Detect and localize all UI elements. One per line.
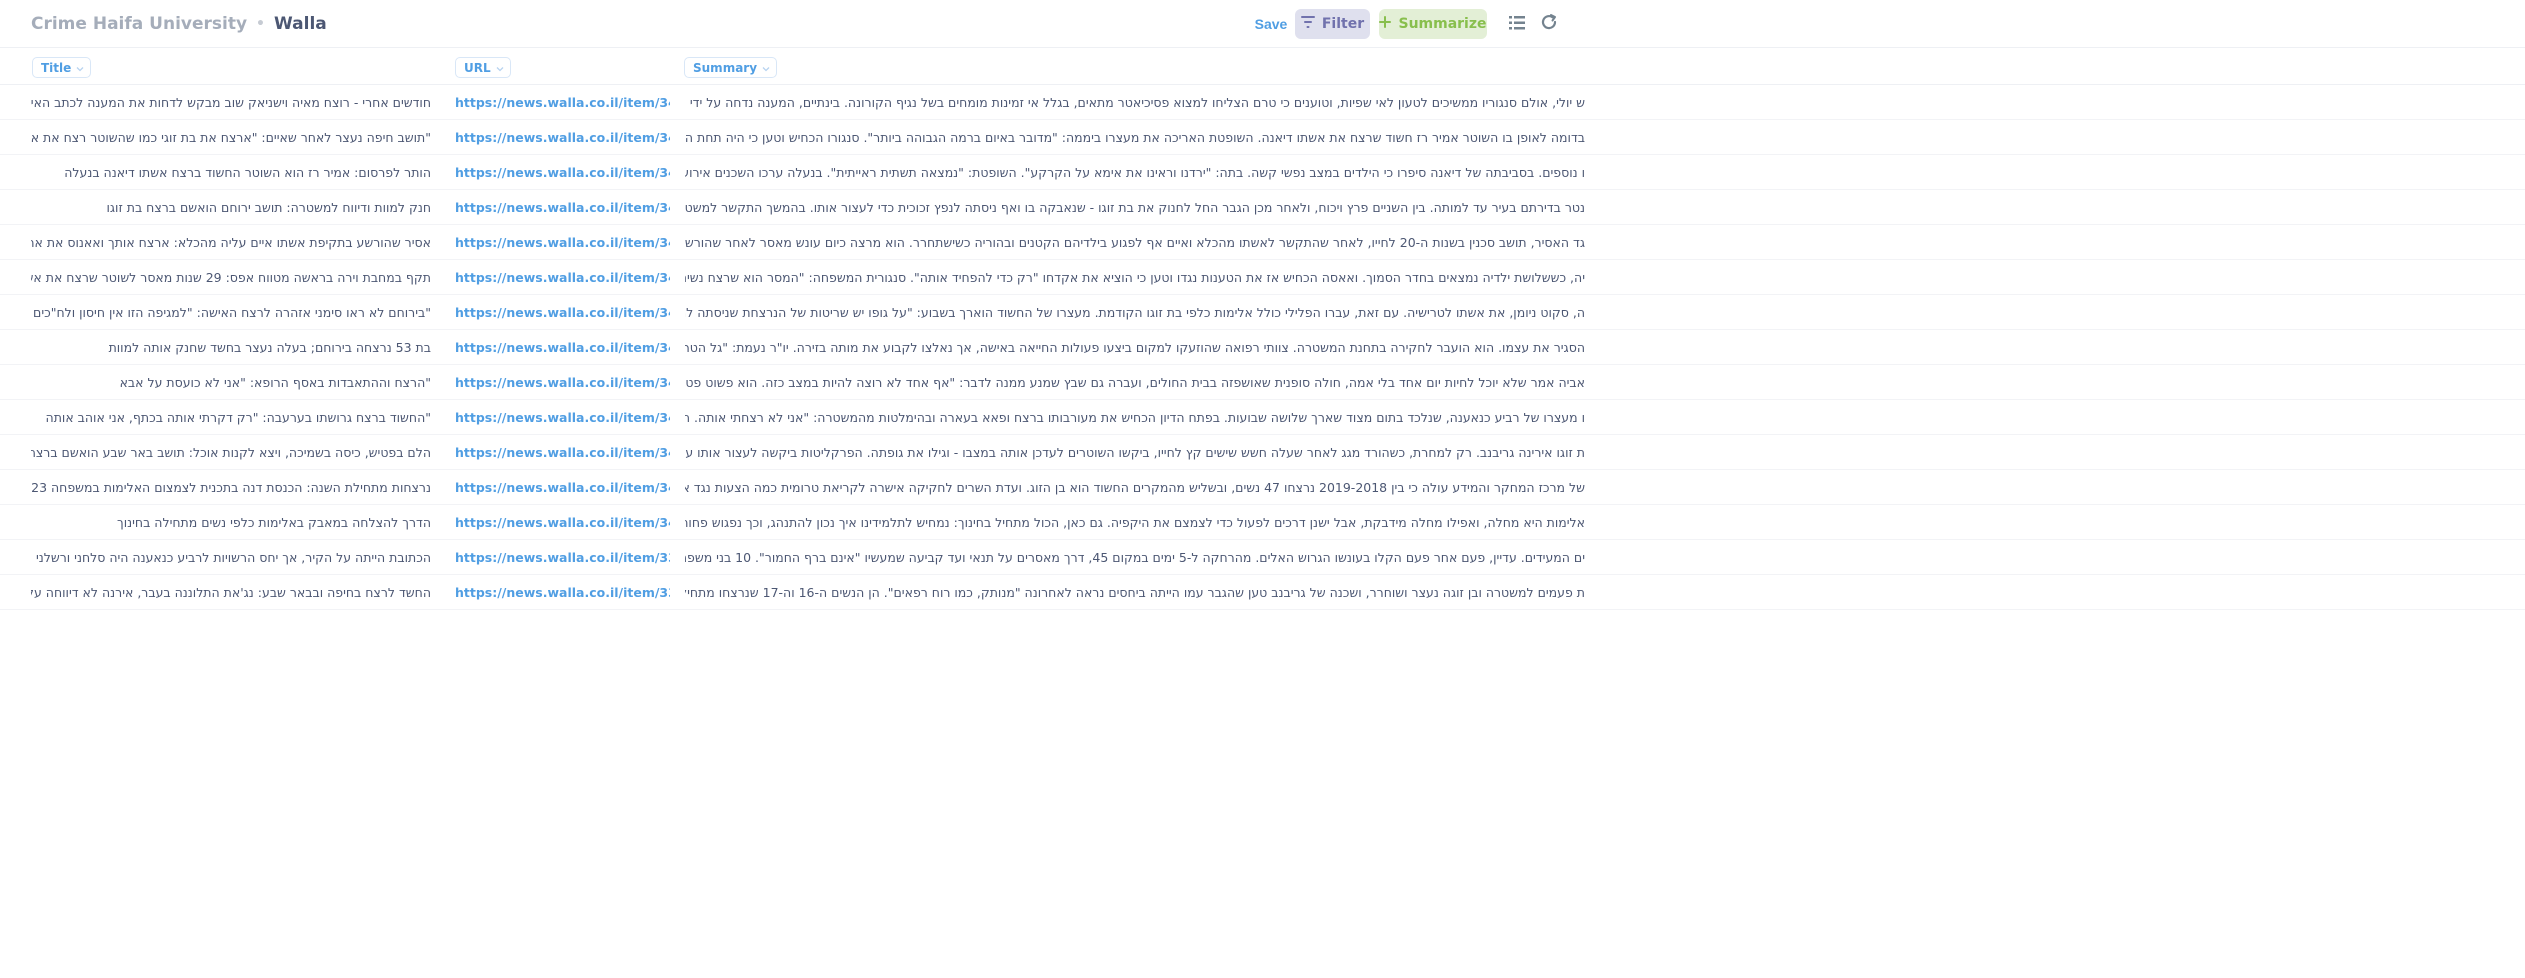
column-header-title[interactable]: Title — [32, 57, 92, 78]
breadcrumb-collection[interactable]: Crime Haifa University — [31, 14, 247, 34]
table-row: חנק למוות ודיווח למשטרה: תושב ירוחם הואש… — [0, 190, 2525, 225]
table-row: הלם בפטיש, כיסה בשמיכה, ויצא לקנות אוכל:… — [0, 435, 2525, 470]
column-header-url[interactable]: URL — [455, 57, 511, 78]
top-bar: Crime Haifa University • Walla Save Filt… — [0, 0, 2525, 48]
cell-url-link[interactable]: https://news.walla.co.il/item/3409348 — [455, 295, 670, 330]
filter-button[interactable]: Filter — [1295, 9, 1370, 39]
cell-url-link[interactable]: https://news.walla.co.il/item/3414008 — [455, 190, 670, 225]
cell-title: נרצחות מתחילת השנה: הכנסת דנה בתכנית לצמ… — [31, 480, 431, 495]
table-row: הדרך להצלחה במאבק באלימות כלפי נשים מתחי… — [0, 505, 2525, 540]
table-row: תקף במחבת וירה בראשה מטווח אפס: 29 שנות … — [0, 260, 2525, 295]
table-row: חודשים אחרי - רוצח מאיה וישניאק שוב מבקש… — [0, 85, 2525, 120]
column-header-label: URL — [464, 60, 491, 75]
cell-title: בת 53 נרצחה בירוחם; בעלה נעצר בחשד שחנק … — [108, 340, 431, 355]
cell-summary: אלימות היא מחלה, ואפילו מחלה מידבקת, אבל… — [685, 515, 1585, 530]
refresh-button[interactable] — [1534, 9, 1564, 39]
cell-summary: גד האסיר, תושב סכנין בשנות ה-20 לחייו, ל… — [685, 235, 1585, 250]
cell-title: הלם בפטיש, כיסה בשמיכה, ויצא לקנות אוכל:… — [31, 445, 431, 460]
cell-summary: ו מעצרו של רביע כנאענה, שנלכד בתום מצוד … — [685, 410, 1585, 425]
filter-icon — [1300, 16, 1315, 32]
table-header-row: Title URL Summary — [0, 48, 2525, 85]
results-table: Title URL Summary חודשים אחרי - רוצח מאי… — [0, 48, 2525, 978]
table-row: אסיר שהורשע בתקיפת אשתו איים עליה מהכלא:… — [0, 225, 2525, 260]
cell-title: החשד לרצח בחיפה ובבאר שבע: נג'את התלוננה… — [31, 585, 431, 600]
cell-title: אסיר שהורשע בתקיפת אשתו איים עליה מהכלא:… — [31, 235, 431, 250]
cell-title: הותר לפרסום: אמיר רז הוא השוטר החשוד ברצ… — [64, 165, 431, 180]
cell-summary: ה, סקוט ניומן, את אשתו לטרישיה. עם זאת, … — [685, 305, 1585, 320]
cell-summary: אביה אמר שלא יוכל לחיות יום אחד בלי אמה,… — [685, 375, 1585, 390]
cell-title: חנק למוות ודיווח למשטרה: תושב ירוחם הואש… — [106, 200, 431, 215]
refresh-icon — [1540, 13, 1558, 35]
cell-url-link[interactable]: https://news.walla.co.il/item/3413228 — [455, 225, 670, 260]
cell-summary: נטר בדירתם בעיר עד למותה. בין השניים פרץ… — [685, 200, 1585, 215]
table-row: הכתובת הייתה על הקיר, אך יחס הרשויות לרב… — [0, 540, 2525, 575]
cell-url-link[interactable]: https://news.walla.co.il/item/3416870 — [455, 120, 670, 155]
summarize-button[interactable]: Summarize — [1379, 9, 1487, 39]
cell-url-link[interactable]: https://news.walla.co.il/item/3400931 — [455, 505, 670, 540]
chevron-down-icon — [762, 61, 770, 75]
cell-url-link[interactable]: https://news.walla.co.il/item/3416383 — [455, 155, 670, 190]
cell-url-link[interactable]: https://news.walla.co.il/item/3393498 — [455, 575, 670, 610]
filter-label: Filter — [1321, 16, 1365, 32]
cell-url-link[interactable]: https://news.walla.co.il/item/3405444 — [455, 365, 670, 400]
cell-title: "בירוחם לא ראו סימני אזהרה לרצח האישה: "… — [31, 305, 431, 320]
table-row: "בירוחם לא ראו סימני אזהרה לרצח האישה: "… — [0, 295, 2525, 330]
breadcrumb: Crime Haifa University • Walla — [31, 12, 327, 36]
cell-summary: ו נוספים. בסביבתה של דיאנה סיפרו כי הילד… — [685, 165, 1585, 180]
list-icon — [1509, 15, 1525, 34]
table-row: הותר לפרסום: אמיר רז הוא השוטר החשוד ברצ… — [0, 155, 2525, 190]
cell-summary: ת פעמים למשטרה ובן זוגה נעצר ושוחרר, ושכ… — [685, 585, 1585, 600]
cell-title: הדרך להצלחה במאבק באלימות כלפי נשים מתחי… — [117, 515, 431, 530]
breadcrumb-separator: • — [256, 16, 265, 32]
list-view-button[interactable] — [1502, 9, 1532, 39]
cell-summary: יה, כששלושת ילדיה נמצאים בחדר הסמוך. ואא… — [685, 270, 1585, 285]
table-row: בת 53 נרצחה בירוחם; בעלה נעצר בחשד שחנק … — [0, 330, 2525, 365]
chevron-down-icon — [496, 61, 504, 75]
cell-title: תקף במחבת וירה בראשה מטווח אפס: 29 שנות … — [31, 270, 431, 285]
plus-icon — [1379, 16, 1392, 32]
cell-summary: ת זוגו אירינה גריבנב. רק למחרת, כשהורד מ… — [685, 445, 1585, 460]
column-header-label: Summary — [693, 60, 758, 75]
page-title: Walla — [274, 14, 327, 34]
cell-title: "תושב חיפה נעצר לאחר שאיים: "ארצח את בת … — [31, 130, 431, 145]
cell-url-link[interactable]: https://news.walla.co.il/item/3409819 — [455, 260, 670, 295]
cell-title: הכתובת הייתה על הקיר, אך יחס הרשויות לרב… — [35, 550, 431, 565]
cell-url-link[interactable]: https://news.walla.co.il/item/3403718 — [455, 400, 670, 435]
cell-url-link[interactable]: https://news.walla.co.il/item/3401287 — [455, 435, 670, 470]
chevron-down-icon — [76, 61, 84, 75]
column-header-label: Title — [41, 60, 72, 75]
summarize-label: Summarize — [1398, 16, 1487, 32]
column-header-summary[interactable]: Summary — [684, 57, 778, 78]
table-row: "תושב חיפה נעצר לאחר שאיים: "ארצח את בת … — [0, 120, 2525, 155]
table-row: נרצחות מתחילת השנה: הכנסת דנה בתכנית לצמ… — [0, 470, 2525, 505]
cell-url-link[interactable]: https://news.walla.co.il/item/3409266 — [455, 330, 670, 365]
cell-title: חודשים אחרי - רוצח מאיה וישניאק שוב מבקש… — [31, 95, 431, 110]
cell-title: "הרצח וההתאבדות באסף הרופא: "אני לא כועס… — [119, 375, 431, 390]
cell-title: "החשוד ברצח גרושתו בערעבה: "רק דקרתי אות… — [45, 410, 431, 425]
table-row: "הרצח וההתאבדות באסף הרופא: "אני לא כועס… — [0, 365, 2525, 400]
cell-url-link[interactable]: https://news.walla.co.il/item/3418157 — [455, 85, 670, 120]
cell-url-link[interactable]: https://news.walla.co.il/item/3399178 — [455, 540, 670, 575]
cell-summary: בדומה לאופן בו השוטר אמיר רז חשוד שרצח א… — [685, 130, 1585, 145]
cell-summary: ש יולי, אולם סנגוריו ממשיכים לטעון לאי ש… — [685, 95, 1585, 110]
table-row: "החשוד ברצח גרושתו בערעבה: "רק דקרתי אות… — [0, 400, 2525, 435]
cell-url-link[interactable]: https://news.walla.co.il/item/3400969 — [455, 470, 670, 505]
cell-summary: הסגיר את עצמו. הוא הועבר לחקירה בתחנת המ… — [685, 340, 1585, 355]
cell-summary: ים המעידים. עדיין, פעם אחר פעם הקלו בעונ… — [685, 550, 1585, 565]
save-button[interactable]: Save — [1242, 9, 1300, 39]
table-row: החשד לרצח בחיפה ובבאר שבע: נג'את התלוננה… — [0, 575, 2525, 610]
cell-summary: של מרכז המחקר והמידע עולה כי בין 2019-20… — [685, 480, 1585, 495]
